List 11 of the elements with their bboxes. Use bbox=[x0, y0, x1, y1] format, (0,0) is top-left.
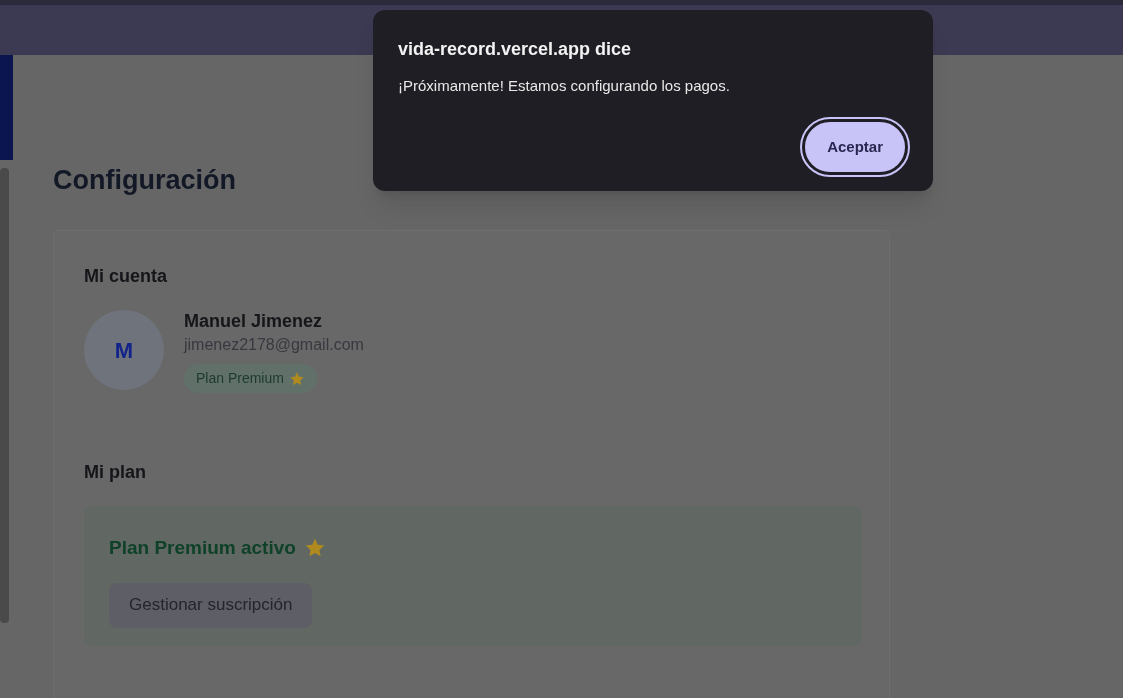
section-heading: Mi plan bbox=[84, 461, 147, 484]
page-title: Configuración bbox=[53, 167, 237, 194]
star-icon bbox=[288, 370, 305, 387]
section-heading: Mi cuenta bbox=[84, 265, 168, 288]
accept-button[interactable]: Aceptar bbox=[802, 119, 908, 175]
dialog-title: vida-record.vercel.app dice bbox=[398, 40, 633, 58]
plan-status: Plan Premium activo bbox=[109, 536, 296, 560]
avatar: M bbox=[84, 310, 164, 390]
badge-label: Plan Premium bbox=[196, 369, 284, 388]
user-name: Manuel Jimenez bbox=[184, 310, 324, 332]
dialog-message: ¡Próximamente! Estamos configurando los pagos. bbox=[398, 78, 731, 93]
